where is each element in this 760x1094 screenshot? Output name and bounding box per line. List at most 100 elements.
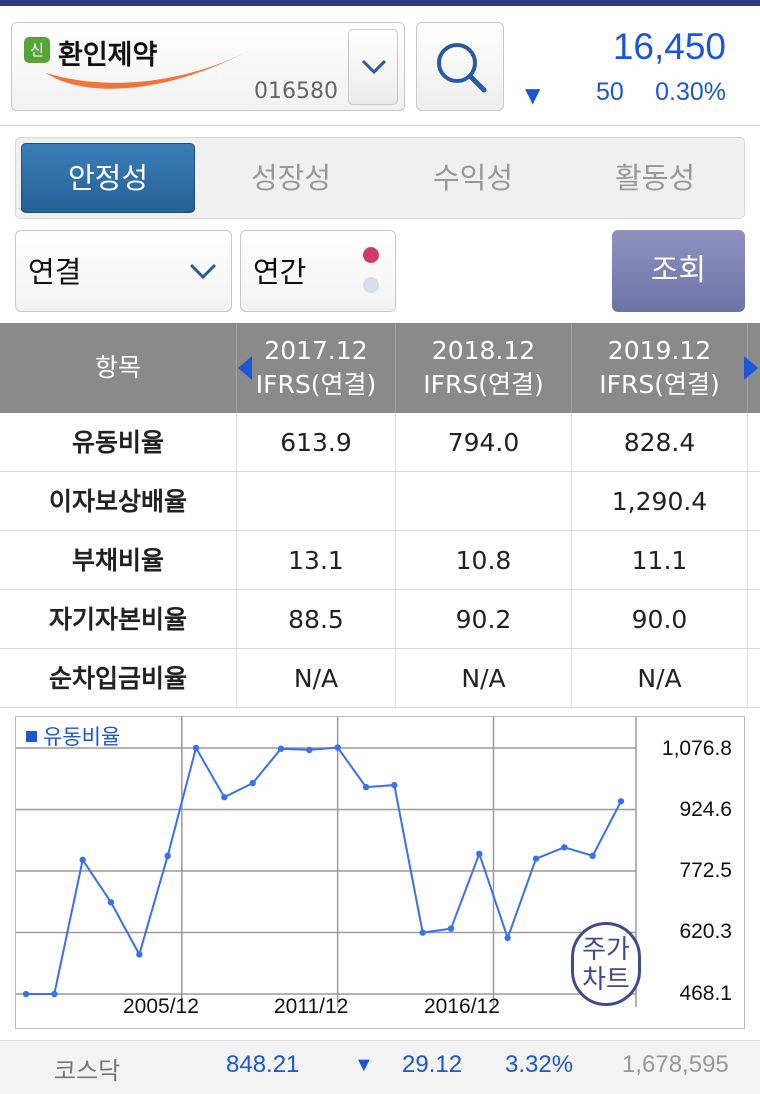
down-arrow-icon: ▼ <box>525 83 541 107</box>
consolidation-value: 연결 <box>28 255 82 289</box>
column-basis: IFRS(연결) <box>255 370 377 399</box>
cell <box>396 472 572 531</box>
stamp-line2: 차트 <box>582 965 630 995</box>
table-header: 항목 2017.12 IFRS(연결) 2018.12 IFRS(연결) 201… <box>0 323 760 413</box>
tab-stability[interactable]: 안정성 <box>21 143 195 213</box>
column-year: 2018.12 <box>431 336 536 365</box>
table-row: 순차입금비율 N/A N/A N/A <box>0 649 760 708</box>
table-row: 자기자본비율 88.5 90.2 90.0 <box>0 590 760 649</box>
legend-swatch <box>26 731 37 742</box>
scroll-right-arrow-icon[interactable] <box>744 356 758 380</box>
data-point <box>277 745 285 752</box>
down-arrow-icon: ▼ <box>354 1054 374 1076</box>
column-basis: IFRS(연결) <box>423 370 544 399</box>
period-value: 연간 <box>253 255 307 289</box>
data-point <box>561 844 568 851</box>
index-change: 29.12 <box>402 1051 463 1078</box>
data-point <box>532 855 540 862</box>
cell: 13.1 <box>237 531 396 590</box>
column-basis: IFRS(연결) <box>599 370 720 399</box>
data-point <box>192 744 200 752</box>
stock-chart-button[interactable]: 주가 차트 <box>571 922 641 1006</box>
cell <box>237 472 396 531</box>
cell: N/A <box>396 649 572 708</box>
row-label: 유동비율 <box>0 413 237 472</box>
cell: 794.0 <box>396 413 572 472</box>
chart-legend: 유동비율 <box>26 721 120 751</box>
data-point <box>79 856 86 864</box>
tab-profitability[interactable]: 수익성 <box>386 143 560 213</box>
search-button[interactable] <box>416 22 504 111</box>
table-row: 이자보상배율 1,290.4 <box>0 472 760 531</box>
stock-selector[interactable]: 신 환인제약 016580 <box>11 22 405 111</box>
stock-dropdown-button[interactable] <box>348 29 398 105</box>
period-select[interactable]: 연간 <box>240 230 396 312</box>
column-header: 2017.12 IFRS(연결) <box>237 323 396 413</box>
column-header-item: 항목 <box>0 323 237 413</box>
column-year: 2019.12 <box>607 336 712 365</box>
consolidation-select[interactable]: 연결 <box>15 230 232 312</box>
x-tick-label: 2005/12 <box>123 995 199 1018</box>
y-tick-label: 1,076.8 <box>661 737 732 760</box>
data-point <box>22 990 30 998</box>
x-tick-label: 2016/12 <box>424 995 500 1018</box>
data-point <box>447 925 455 932</box>
cell: 11.1 <box>572 531 748 590</box>
row-label: 순차입금비율 <box>0 649 237 708</box>
stock-code: 016580 <box>254 79 338 104</box>
y-tick-label: 468.1 <box>679 982 732 1005</box>
column-header: 2019.12 IFRS(연결) <box>572 323 748 413</box>
current-price: 16,450 <box>612 26 726 67</box>
x-tick-label: 2011/12 <box>274 995 349 1018</box>
category-tabs: 안정성 성장성 수익성 활동성 <box>15 137 745 219</box>
data-point <box>306 746 313 754</box>
stamp-line1: 주가 <box>582 935 630 965</box>
stock-header: 신 환인제약 016580 16,450 ▼ 50 0.30% <box>0 6 760 126</box>
column-year: 2017.12 <box>264 336 368 365</box>
cell: 90.0 <box>572 590 748 649</box>
data-point <box>362 783 370 791</box>
y-tick-label: 772.5 <box>679 859 732 882</box>
index-volume: 1,678,595 <box>622 1051 729 1078</box>
tab-growth[interactable]: 성장성 <box>204 143 378 213</box>
index-change-percent: 3.32% <box>505 1051 574 1078</box>
chevron-down-icon <box>361 59 387 75</box>
legend-label: 유동비율 <box>43 725 121 749</box>
row-label: 자기자본비율 <box>0 590 237 649</box>
column-header: 2018.12 IFRS(연결) <box>396 323 572 413</box>
market-index-bar[interactable]: 코스닥 848.21 ▼ 29.12 3.32% 1,678,595 <box>0 1040 760 1094</box>
index-value: 848.21 <box>226 1051 300 1078</box>
y-tick-label: 924.6 <box>679 798 732 821</box>
tab-activity[interactable]: 활동성 <box>568 143 742 213</box>
price-change: 50 <box>596 78 624 106</box>
data-point <box>107 899 115 906</box>
cell: N/A <box>237 649 396 708</box>
table-row: 유동비율 613.9 794.0 828.4 <box>0 413 760 472</box>
data-point <box>504 934 511 942</box>
data-point <box>249 779 256 787</box>
index-name: 코스닥 <box>54 1058 121 1085</box>
data-point <box>419 929 426 936</box>
data-point <box>589 852 596 860</box>
scroll-left-arrow-icon[interactable] <box>238 356 252 380</box>
cell: 90.2 <box>396 590 572 649</box>
y-tick-label: 620.3 <box>679 920 732 943</box>
data-point <box>221 794 228 801</box>
data-point <box>391 781 398 789</box>
data-point <box>164 852 171 860</box>
cell: 1,290.4 <box>572 472 748 531</box>
data-point <box>617 798 625 805</box>
row-label: 이자보상배율 <box>0 472 237 531</box>
cell: 828.4 <box>572 413 748 472</box>
data-point <box>136 951 143 958</box>
stock-name: 환인제약 <box>58 40 158 71</box>
chevron-down-icon <box>189 263 217 280</box>
query-button[interactable]: 조회 <box>612 230 745 312</box>
row-label: 부채비율 <box>0 531 237 590</box>
data-point <box>476 850 483 858</box>
ratio-chart: 유동비율 1,076.8 924.6 772.5 620.3 468.1 200… <box>15 716 745 1029</box>
data-point <box>51 990 58 998</box>
data-point <box>334 744 341 751</box>
table-row: 부채비율 13.1 10.8 11.1 <box>0 531 760 590</box>
period-indicator-active-dot <box>363 247 379 263</box>
